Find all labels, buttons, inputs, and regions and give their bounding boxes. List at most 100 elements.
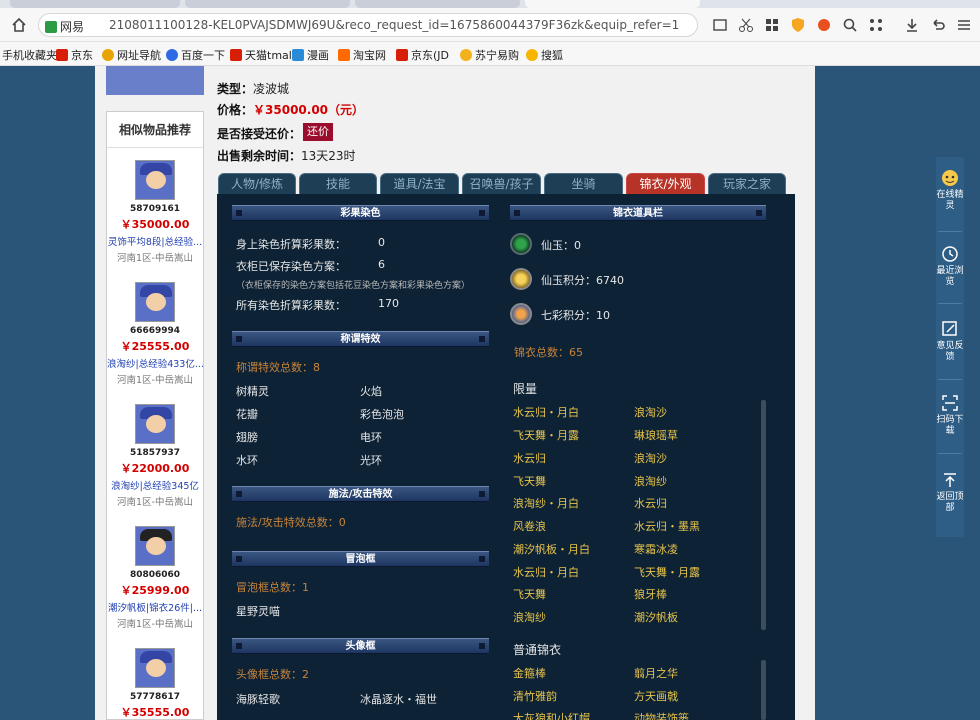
wardrobe-item: 浪淘沙 [634, 452, 667, 465]
rec-desc[interactable]: 潮汐帆板|锦衣26件|... [107, 600, 203, 614]
floating-sidebar: 在线精灵 最近浏览 意见反馈 扫码下载 返回顶部 [936, 157, 964, 537]
suning-icon [460, 49, 472, 61]
rec-avatar[interactable] [135, 160, 175, 200]
tab-icon[interactable] [712, 17, 728, 33]
sidebar-recent[interactable]: 最近浏览 [936, 245, 964, 288]
bookmark[interactable]: 手机收藏夹 [2, 47, 57, 63]
address-toolbar: 网易 2108011100128-KEL0PVAJSDMWJ69U&reco_r… [0, 8, 980, 42]
rec-avatar[interactable] [135, 648, 175, 688]
normal-scrollbar[interactable] [761, 660, 766, 720]
bookmark-label: 搜狐 [541, 49, 563, 62]
wardrobe-item: 动物装饰篓 [634, 712, 689, 720]
tab-mount[interactable]: 坐骑 [544, 173, 623, 194]
bookmarks-bar: 手机收藏夹 京东 网址导航 百度一下 天猫tmall 漫画 淘宝网 京东(JD … [0, 42, 980, 66]
bargain-label: 是否接受还价： [217, 127, 302, 141]
bookmark[interactable]: 网址导航 [102, 47, 161, 63]
rec-item[interactable]: 80806060 ￥25999.00 潮汐帆板|锦衣26件|... 河南1区-中… [107, 526, 203, 630]
wardrobe-item: 浪淘纱 [634, 475, 667, 488]
bookmark[interactable]: 淘宝网 [338, 47, 386, 63]
browser-tab[interactable] [355, 0, 520, 8]
bookmark[interactable]: 天猫tmall [230, 47, 295, 63]
similar-items-title: 相似物品推荐 [107, 112, 203, 148]
browser-tab-active[interactable] [525, 0, 700, 8]
rec-id: 51857937 [129, 448, 181, 458]
download-icon[interactable] [904, 17, 920, 33]
bookmark-label: 天猫tmall [245, 49, 295, 62]
title-fx-item: 光环 [360, 454, 382, 467]
wardrobe-item: 飞天舞・月露 [513, 429, 579, 442]
section-title: 锦衣道具栏 [613, 208, 663, 219]
browser-tab[interactable] [10, 0, 180, 8]
wardrobe-item: 浪淘沙 [634, 406, 667, 419]
search-icon[interactable] [842, 17, 858, 33]
price-row: 价格：￥35000.00（元） [217, 101, 364, 118]
rec-id: 66669994 [129, 326, 181, 336]
scissors-icon[interactable] [738, 17, 754, 33]
sidebar-feedback[interactable]: 意见反馈 [936, 320, 964, 363]
bookmark-label: 手机收藏夹 [2, 49, 57, 62]
sidebar-scan[interactable]: 扫码下载 [936, 394, 964, 437]
bookmark[interactable]: 京东 [56, 47, 93, 63]
tab-skills[interactable]: 技能 [299, 173, 377, 194]
section-bubble-header: 冒泡框 [232, 551, 489, 567]
wardrobe-item: 大灰狼和小红帽 [513, 712, 590, 720]
grid-icon[interactable] [764, 17, 780, 33]
bookmark-label: 淘宝网 [353, 49, 386, 62]
wardrobe-item: 水云归・月白 [513, 566, 579, 579]
type-row: 类型：凌波城 [217, 80, 289, 97]
home-icon[interactable] [10, 16, 28, 34]
undo-icon[interactable] [930, 17, 946, 33]
comic-icon [292, 49, 304, 61]
tab-items[interactable]: 道具/法宝 [380, 173, 459, 194]
rec-price: ￥35555.00 [120, 706, 190, 719]
rec-desc[interactable]: 浪淘纱|总经验345亿 [107, 478, 203, 492]
tab-appearance[interactable]: 锦衣/外观 [626, 173, 705, 194]
title-fx-item: 翅膀 [236, 431, 258, 444]
sidebar-back-to-top[interactable]: 返回顶部 [936, 471, 964, 514]
dye-label: 身上染色折算彩果数： [236, 238, 346, 251]
wardrobe-item: 浪淘纱・月白 [513, 497, 579, 510]
browser-tab[interactable] [185, 0, 350, 8]
limited-scrollbar[interactable] [761, 400, 766, 630]
dye-label: 所有染色折算彩果数： [236, 299, 346, 312]
wardrobe-item: 飞天舞 [513, 588, 546, 601]
bookmark[interactable]: 百度一下 [166, 47, 225, 63]
type-value: 凌波城 [253, 82, 290, 96]
rec-item[interactable]: 66669994 ￥25555.00 浪淘纱|总经验433亿... 河南1区-中… [107, 282, 203, 386]
address-bar[interactable]: 网易 2108011100128-KEL0PVAJSDMWJ69U&reco_r… [38, 13, 698, 37]
rec-desc[interactable]: 灵饰平均8段|总经验... [107, 234, 203, 248]
bookmark[interactable]: 漫画 [292, 47, 329, 63]
rec-item[interactable]: 51857937 ￥22000.00 浪淘纱|总经验345亿 河南1区-中岳嵩山 [107, 404, 203, 508]
bookmark[interactable]: 苏宁易购 [460, 47, 519, 63]
rec-avatar[interactable] [135, 526, 175, 566]
bookmark[interactable]: 京东(JD [396, 47, 449, 63]
rec-avatar[interactable] [135, 404, 175, 444]
nav-icon [102, 49, 114, 61]
menu-icon[interactable] [956, 17, 972, 33]
extension-icon[interactable] [816, 17, 832, 33]
wardrobe-item: 翦月之华 [634, 667, 678, 680]
shield-icon[interactable] [790, 17, 806, 33]
bookmark[interactable]: 搜狐 [526, 47, 563, 63]
tab-home[interactable]: 玩家之家 [708, 173, 786, 194]
wardrobe-item: 金箍棒 [513, 667, 546, 680]
apps-icon[interactable] [868, 17, 884, 33]
rec-desc[interactable]: 浪淘纱|总经验433亿... [107, 356, 203, 370]
rainbow-points-value: 七彩积分：10 [541, 309, 610, 322]
jade-coin-value: 仙玉：0 [541, 239, 581, 252]
rec-server: 河南1区-中岳嵩山 [117, 497, 193, 508]
browser-tab-strip [0, 0, 980, 8]
rec-server: 河南1区-中岳嵩山 [117, 253, 193, 264]
url-text[interactable]: 2108011100128-KEL0PVAJSDMWJ69U&reco_requ… [109, 18, 679, 32]
rec-item[interactable]: 57778617 ￥35555.00 [107, 648, 203, 720]
avatar-frame-total: 头像框总数：2 [236, 668, 309, 681]
rec-avatar[interactable] [135, 282, 175, 322]
jade-points-icon [510, 268, 532, 290]
rec-item[interactable]: 58709161 ￥35000.00 灵饰平均8段|总经验... 河南1区-中岳… [107, 160, 203, 264]
dye-label: 衣柜已保存染色方案： [236, 260, 346, 273]
sidebar-assistant[interactable]: 在线精灵 [936, 169, 964, 212]
tab-character[interactable]: 人物/修炼 [218, 173, 296, 194]
bargain-button[interactable]: 还价 [303, 123, 333, 141]
wardrobe-item: 潮汐帆板 [634, 611, 678, 624]
tab-pets[interactable]: 召唤兽/孩子 [462, 173, 541, 194]
